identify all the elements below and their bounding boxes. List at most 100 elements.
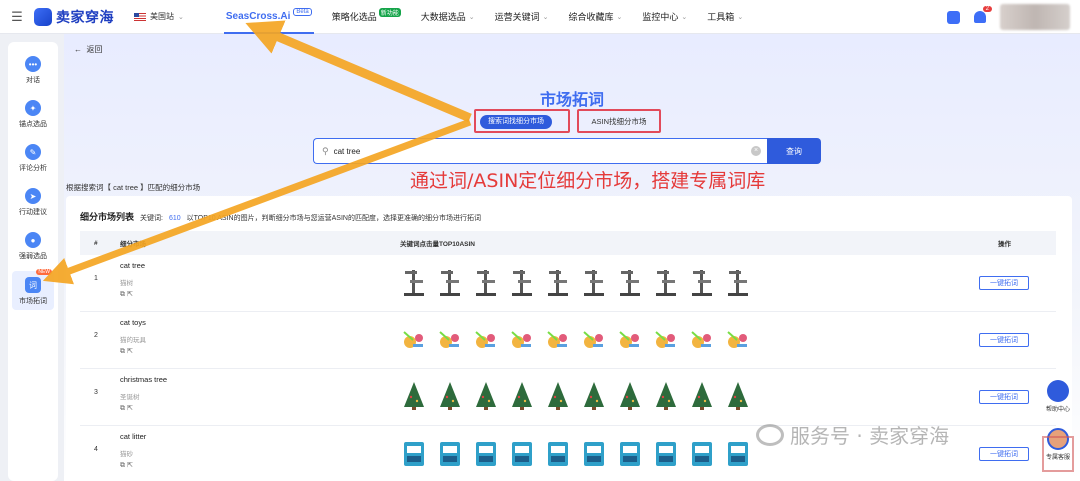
search-icon: ⚲ [322, 145, 329, 156]
sidebar-item-anchor-selection[interactable]: ✦ 锚点选品 [8, 100, 58, 129]
nav-toolbox[interactable]: 工具箱 ⌄ [697, 0, 753, 34]
bell-icon[interactable]: 2 [974, 6, 992, 23]
asin-thumbnail[interactable] [616, 267, 644, 297]
asin-thumbnail[interactable] [508, 438, 536, 468]
asin-thumbnail[interactable] [472, 438, 500, 468]
search-input[interactable]: ⚲ cat tree × [313, 138, 767, 164]
external-link-icon[interactable]: ⇱ [127, 348, 133, 355]
asin-thumbnail[interactable] [400, 438, 428, 468]
brand-logo[interactable]: 卖家穿海 [34, 7, 114, 27]
asin-thumbnail[interactable] [508, 381, 536, 411]
watermark-seal [1042, 436, 1074, 472]
region-selector[interactable]: 美国站 ⌄ [134, 11, 184, 22]
asin-thumbnail[interactable] [580, 381, 608, 411]
tab-asin[interactable]: ASIN找细分市场 [579, 115, 659, 129]
segment-keyword[interactable]: christmas tree [120, 375, 167, 384]
asin-thumbnail[interactable] [616, 381, 644, 411]
nav-monitor-label: 监控中心 [642, 12, 679, 22]
asin-thumbnail[interactable] [688, 438, 716, 468]
asin-thumbnail[interactable] [688, 267, 716, 297]
asin-thumbnail[interactable] [400, 381, 428, 411]
expand-keywords-button[interactable]: 一键拓词 [979, 447, 1029, 461]
nav-strategy-selection[interactable]: 策略化选品 新功能 [322, 0, 411, 34]
asin-thumbnail[interactable] [652, 267, 680, 297]
help-center[interactable]: 帮助中心 [1046, 380, 1070, 413]
segment-keyword[interactable]: cat tree [120, 261, 145, 270]
asin-thumbnail[interactable] [544, 267, 572, 297]
asin-thumbnail[interactable] [724, 381, 752, 411]
asin-thumbnail[interactable] [688, 381, 716, 411]
sidebar-item-label: 市场拓词 [19, 298, 47, 305]
table-row: 2 cat toys 猫的玩具 ⧉ ⇱ 一键拓词 [80, 312, 1056, 369]
segment-cell: cat tree 猫树 ⧉ ⇱ [120, 261, 145, 299]
tab-search-term[interactable]: 搜索词找细分市场 [480, 115, 552, 129]
asin-thumbnail[interactable] [544, 324, 572, 354]
segment-keyword[interactable]: cat toys [120, 318, 146, 327]
external-link-icon[interactable]: ⇱ [127, 462, 133, 469]
sidebar-item-review-analysis[interactable]: ✎ 评论分析 [8, 144, 58, 173]
expand-keywords-button[interactable]: 一键拓词 [979, 333, 1029, 347]
sidebar-item-strength-selection[interactable]: ● 强弱选品 [8, 232, 58, 261]
asin-thumbnail[interactable] [436, 324, 464, 354]
col-index: # [94, 239, 98, 247]
sidebar-item-label: 行动建议 [19, 209, 47, 216]
asin-thumbnail[interactable] [724, 438, 752, 468]
nav-toolbox-label: 工具箱 [707, 12, 735, 22]
nav-monitor[interactable]: 监控中心 ⌄ [632, 0, 697, 34]
asin-thumbnail[interactable] [580, 438, 608, 468]
menu-icon[interactable]: ☰ [0, 9, 34, 25]
table-header: # 细分市场 关键词点击量TOP10ASIN 操作 [80, 231, 1056, 255]
asin-thumbnail[interactable] [400, 267, 428, 297]
asin-thumbnail[interactable] [688, 324, 716, 354]
sidebar-item-label: 对话 [26, 77, 40, 84]
asin-thumbnail[interactable] [508, 267, 536, 297]
copy-icon[interactable]: ⧉ [120, 405, 125, 412]
nav-seascross[interactable]: SeasCross.Ai Beta [216, 0, 322, 34]
asin-thumbnail[interactable] [580, 324, 608, 354]
asin-thumbnail[interactable] [616, 324, 644, 354]
asin-thumbnail[interactable] [472, 324, 500, 354]
external-link-icon[interactable]: ⇱ [127, 405, 133, 412]
asin-thumbnail[interactable] [616, 438, 644, 468]
asin-thumbnail[interactable] [436, 267, 464, 297]
chevron-down-icon: ⌄ [468, 13, 475, 21]
copy-icon[interactable]: ⧉ [120, 291, 125, 298]
nav-keywords[interactable]: 运营关键词 ⌄ [485, 0, 559, 34]
chevron-down-icon: ⌄ [616, 13, 623, 21]
asin-thumbnail[interactable] [436, 381, 464, 411]
nav-bigdata-selection[interactable]: 大数据选品 ⌄ [411, 0, 485, 34]
sidebar-item-market-expansion[interactable]: NEW 词 市场拓词 [12, 269, 54, 310]
expand-keywords-button[interactable]: 一键拓词 [979, 276, 1029, 290]
asin-thumbnail[interactable] [544, 381, 572, 411]
top-right-actions: 2 [947, 0, 1070, 34]
user-avatar[interactable] [1000, 4, 1070, 30]
top-asin-thumbnails [400, 324, 752, 354]
search-button[interactable]: 查询 [767, 138, 821, 164]
sidebar-item-action-advice[interactable]: ➤ 行动建议 [8, 188, 58, 217]
expand-keywords-button[interactable]: 一键拓词 [979, 390, 1029, 404]
asin-thumbnail[interactable] [724, 267, 752, 297]
copy-icon[interactable]: ⧉ [120, 462, 125, 469]
top-asin-thumbnails [400, 438, 752, 468]
table-row: 1 cat tree 猫树 ⧉ ⇱ 一键拓词 [80, 255, 1056, 312]
copy-icon[interactable]: ⧉ [120, 348, 125, 355]
asin-thumbnail[interactable] [472, 267, 500, 297]
sidebar-item-chat[interactable]: ••• 对话 [8, 56, 58, 85]
asin-thumbnail[interactable] [472, 381, 500, 411]
asin-thumbnail[interactable] [724, 324, 752, 354]
clipboard-icon[interactable] [947, 10, 960, 24]
clear-icon[interactable]: × [751, 146, 761, 156]
asin-thumbnail[interactable] [652, 381, 680, 411]
nav-favorites[interactable]: 综合收藏库 ⌄ [559, 0, 633, 34]
asin-thumbnail[interactable] [436, 438, 464, 468]
asin-thumbnail[interactable] [400, 324, 428, 354]
asin-thumbnail[interactable] [544, 438, 572, 468]
notification-count: 2 [982, 6, 992, 12]
asin-thumbnail[interactable] [508, 324, 536, 354]
asin-thumbnail[interactable] [580, 267, 608, 297]
external-link-icon[interactable]: ⇱ [127, 291, 133, 298]
segment-keyword[interactable]: cat litter [120, 432, 146, 441]
asin-thumbnail[interactable] [652, 324, 680, 354]
back-link[interactable]: ← 返回 [74, 44, 102, 55]
asin-thumbnail[interactable] [652, 438, 680, 468]
